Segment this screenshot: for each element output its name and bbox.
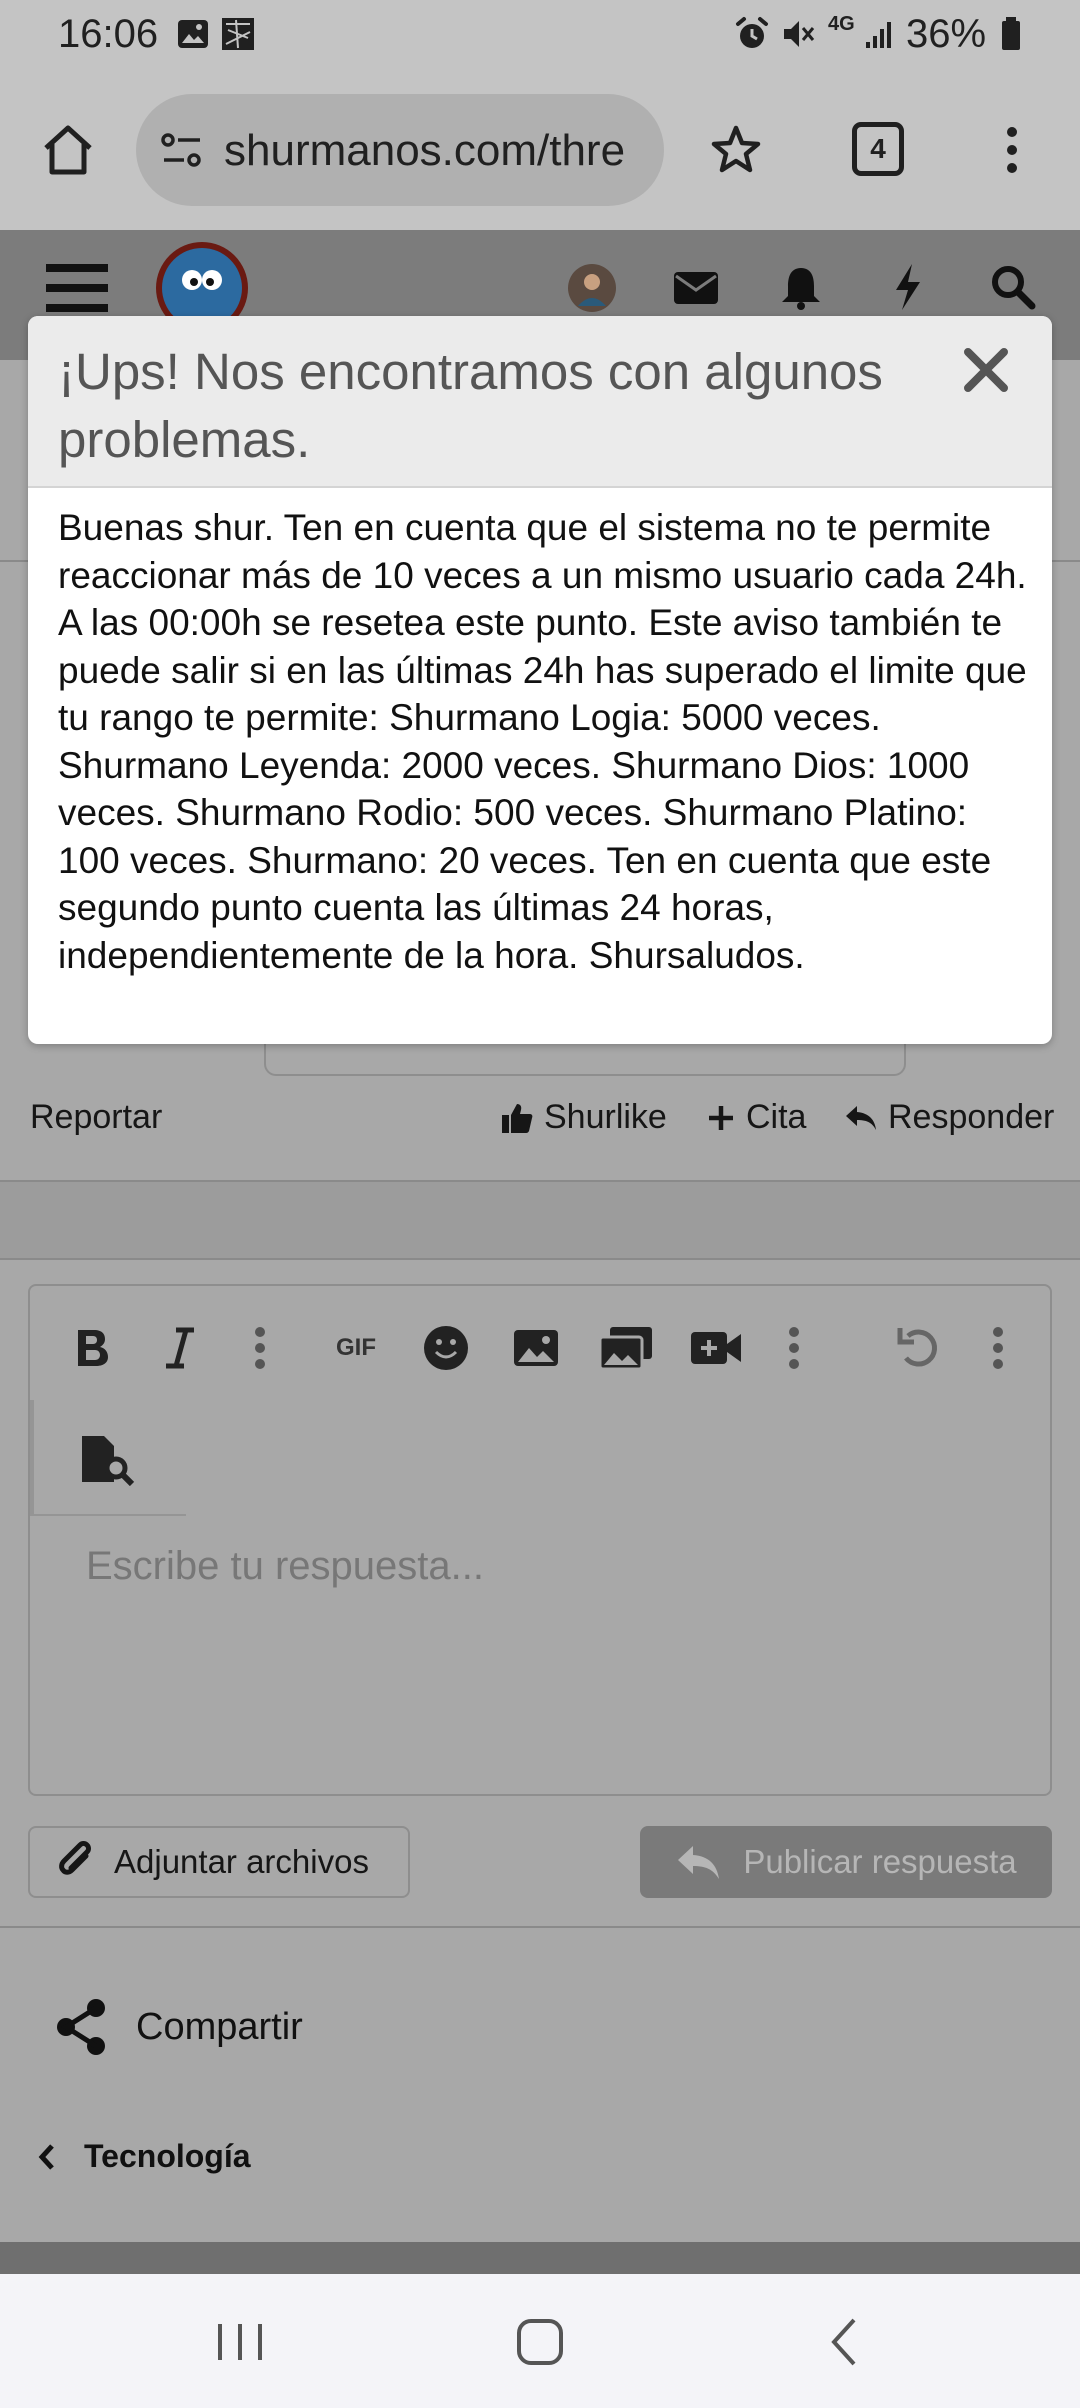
- reply-icon: [846, 1105, 876, 1130]
- attach-files-button[interactable]: Adjuntar archivos: [28, 1826, 410, 1898]
- bell-icon[interactable]: [780, 264, 822, 310]
- breadcrumb[interactable]: Tecnología: [36, 2138, 251, 2175]
- italic-icon: [166, 1327, 194, 1369]
- image-icon: [178, 20, 208, 48]
- video-button[interactable]: [680, 1312, 752, 1384]
- home-nav-icon[interactable]: [514, 2316, 566, 2368]
- reply-button[interactable]: Responder: [844, 1098, 1054, 1137]
- bolt-icon[interactable]: [890, 262, 926, 312]
- report-link[interactable]: Reportar: [30, 1098, 162, 1137]
- mute-icon: [784, 21, 815, 47]
- dialog-title: ¡Ups! Nos encontramos con algunos proble…: [58, 343, 883, 468]
- attach-label: Adjuntar archivos: [114, 1843, 369, 1880]
- breadcrumb-label: Tecnología: [84, 2138, 251, 2174]
- share-button[interactable]: Compartir: [54, 1998, 303, 2056]
- more-vertical-icon: [255, 1327, 265, 1369]
- close-icon[interactable]: [958, 342, 1014, 398]
- battery-label: 36%: [906, 12, 987, 56]
- quote-label: Cita: [746, 1098, 807, 1136]
- gif-button[interactable]: GIF: [320, 1312, 392, 1384]
- star-icon[interactable]: [706, 120, 766, 180]
- site-logo[interactable]: [154, 240, 250, 320]
- search-icon[interactable]: [990, 264, 1036, 310]
- error-dialog: ¡Ups! Nos encontramos con algunos proble…: [28, 316, 1052, 1044]
- bold-button[interactable]: [56, 1312, 128, 1384]
- status-time: 16:06: [58, 12, 159, 56]
- signal-icon: [866, 22, 891, 48]
- mail-icon[interactable]: [672, 268, 720, 308]
- network-type-label: 4G: [828, 13, 855, 35]
- share-icon: [57, 1999, 105, 2055]
- image-icon: [514, 1330, 558, 1366]
- reply-icon: [678, 1846, 720, 1879]
- battery-icon: [1002, 17, 1020, 50]
- emoji-icon: [424, 1326, 468, 1370]
- video-icon: [691, 1332, 741, 1364]
- more-icon[interactable]: [982, 120, 1042, 180]
- emoji-button[interactable]: [410, 1312, 482, 1384]
- like-button[interactable]: Shurlike: [500, 1098, 667, 1137]
- dialog-header: ¡Ups! Nos encontramos con algunos proble…: [28, 316, 1052, 488]
- address-bar[interactable]: shurmanos.com/thre: [136, 94, 664, 206]
- back-icon[interactable]: [826, 2316, 862, 2368]
- publish-reply-button[interactable]: Publicar respuesta: [640, 1826, 1052, 1898]
- page-footer-strip: [0, 2242, 1080, 2274]
- tab-count: 4: [870, 133, 886, 164]
- more-options-button[interactable]: [224, 1312, 296, 1384]
- gif-icon: GIF: [336, 1334, 376, 1361]
- divider: [0, 1258, 1080, 1260]
- avatar[interactable]: [566, 262, 618, 314]
- preview-button[interactable]: [72, 1424, 144, 1496]
- plus-icon: [709, 1105, 733, 1130]
- media-icon: [598, 1327, 652, 1371]
- italic-button[interactable]: [144, 1312, 216, 1384]
- dialog-message: Buenas shur. Ten en cuenta que el sistem…: [58, 507, 1027, 976]
- site-settings-icon[interactable]: [158, 126, 206, 174]
- home-icon[interactable]: [38, 120, 98, 180]
- chevron-left-icon: [38, 2143, 54, 2170]
- paperclip-icon: [59, 1841, 91, 1875]
- reply-input[interactable]: Escribe tu respuesta...: [86, 1544, 484, 1589]
- more-vertical-icon: [993, 1327, 1003, 1369]
- thumbs-up-icon: [502, 1103, 533, 1133]
- menu-icon[interactable]: [44, 258, 110, 318]
- recent-apps-icon[interactable]: [214, 2320, 266, 2364]
- divider: [0, 1926, 1080, 1928]
- media-button[interactable]: [590, 1312, 662, 1384]
- reply-label: Responder: [888, 1098, 1055, 1136]
- more-vertical-icon: [789, 1327, 799, 1369]
- undo-button[interactable]: [882, 1312, 954, 1384]
- more-options-button[interactable]: [758, 1312, 830, 1384]
- image-button[interactable]: [500, 1312, 572, 1384]
- preview-icon: [82, 1436, 135, 1486]
- share-label: Compartir: [136, 2005, 303, 2048]
- tabs-button[interactable]: 4: [852, 122, 904, 176]
- gallery-icon: [222, 18, 254, 50]
- url-text: shurmanos.com/thre: [224, 126, 626, 175]
- bold-icon: [78, 1330, 108, 1366]
- quote-button[interactable]: Cita: [706, 1098, 806, 1137]
- alarm-icon: [736, 17, 768, 48]
- undo-icon: [897, 1328, 938, 1367]
- like-label: Shurlike: [544, 1098, 667, 1136]
- report-label: Reportar: [30, 1098, 163, 1136]
- separator-band: [0, 1182, 1080, 1260]
- publish-label: Publicar respuesta: [743, 1843, 1017, 1880]
- more-options-button[interactable]: [962, 1312, 1034, 1384]
